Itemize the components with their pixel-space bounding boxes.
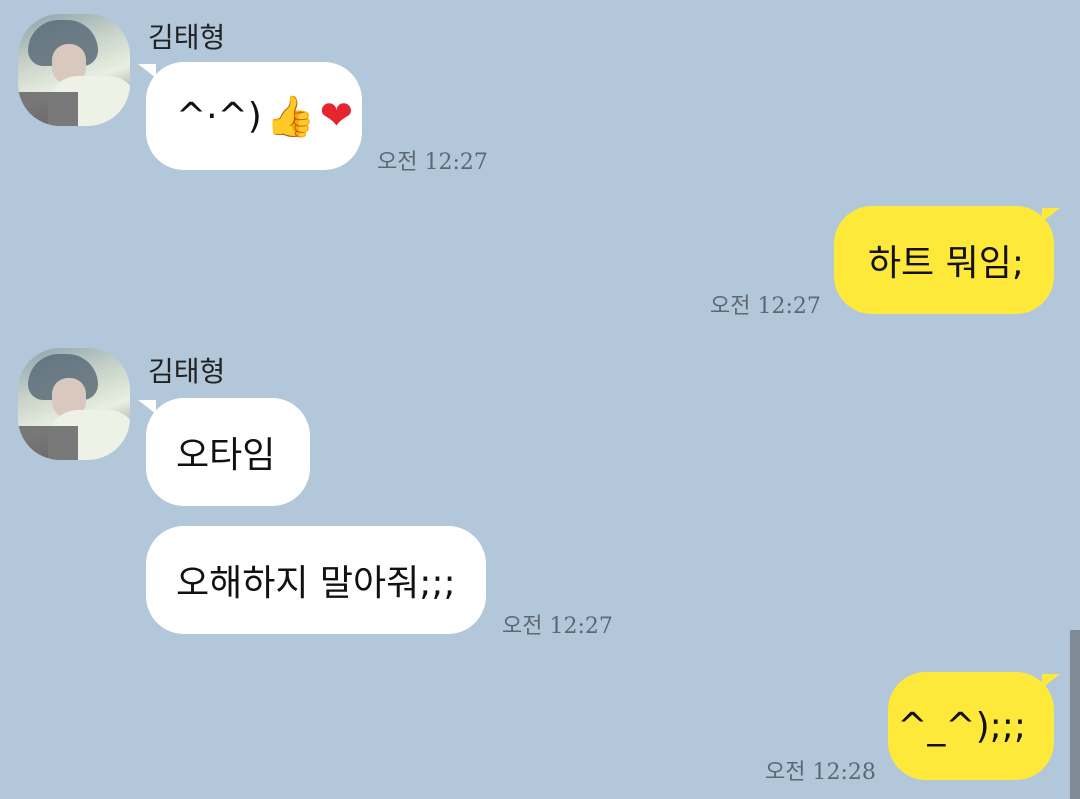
avatar[interactable] <box>18 348 130 460</box>
message-bubble[interactable]: 하트 뭐임; <box>834 206 1054 314</box>
message-text: 오타임 <box>176 435 276 476</box>
message-text: 하트 뭐임; <box>867 243 1024 284</box>
message-timestamp: 오전 12:27 <box>502 614 613 639</box>
message-timestamp: 오전 12:28 <box>765 760 876 785</box>
heart-icon: ❤ <box>319 93 354 139</box>
sender-name: 김태형 <box>148 355 226 388</box>
sender-name: 김태형 <box>148 21 226 54</box>
message-bubble[interactable]: ^_^);;; <box>888 672 1054 780</box>
message-bubble[interactable]: 오타임 <box>146 398 310 506</box>
message-timestamp: 오전 12:27 <box>710 294 821 319</box>
message-text: 오해하지 말아줘;;; <box>176 563 456 604</box>
avatar[interactable] <box>18 14 130 126</box>
message-bubble[interactable]: 오해하지 말아줘;;; <box>146 526 486 634</box>
message-bubble[interactable]: ^·^) 👍 ❤ <box>146 62 362 170</box>
message-text: ^·^) <box>176 95 262 137</box>
message-timestamp: 오전 12:27 <box>377 150 488 175</box>
thumbs-up-icon: 👍 <box>265 93 316 140</box>
message-text: ^_^);;; <box>897 705 1026 747</box>
scrollbar[interactable] <box>1070 630 1080 799</box>
